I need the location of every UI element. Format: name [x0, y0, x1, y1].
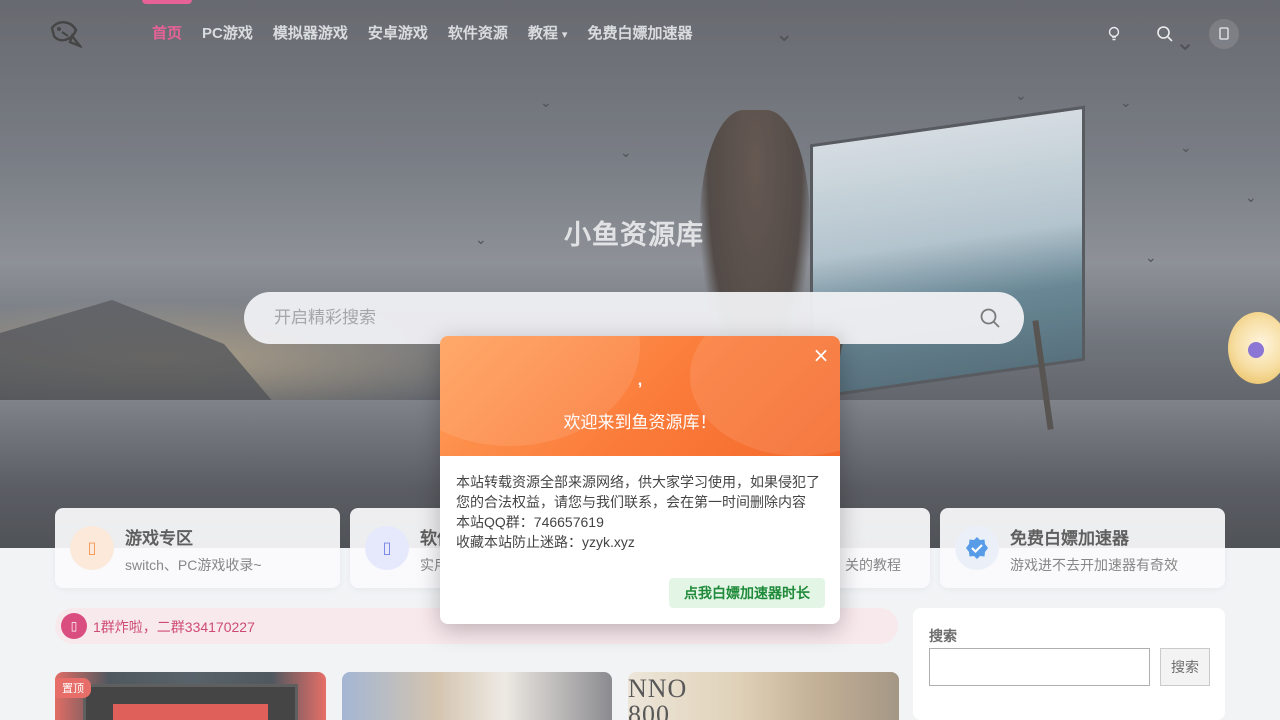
accelerator-button[interactable]: 点我白嫖加速器时长 — [669, 578, 825, 608]
modal-title: 欢迎来到鱼资源库！ — [563, 413, 717, 432]
modal-body: 本站转载资源全部来源网络，供大家学习使用，如果侵犯了 您的合法权益，请您与我们联… — [456, 472, 826, 552]
welcome-modal: , 欢迎来到鱼资源库！ × 本站转载资源全部来源网络，供大家学习使用，如果侵犯了… — [440, 336, 840, 624]
modal-body-line: 您的合法权益，请您与我们联系，会在第一时间删除内容 — [456, 494, 806, 510]
modal-body-line: 本站转载资源全部来源网络，供大家学习使用，如果侵犯了 — [456, 474, 820, 490]
modal-body-line: 本站QQ群：746657619 — [456, 514, 604, 530]
modal-body-line: 收藏本站防止迷路：yzyk.xyz — [456, 534, 635, 550]
modal-subtitle: , — [637, 372, 643, 389]
modal-header: , 欢迎来到鱼资源库！ — [440, 336, 840, 456]
close-icon[interactable]: × — [812, 345, 830, 365]
